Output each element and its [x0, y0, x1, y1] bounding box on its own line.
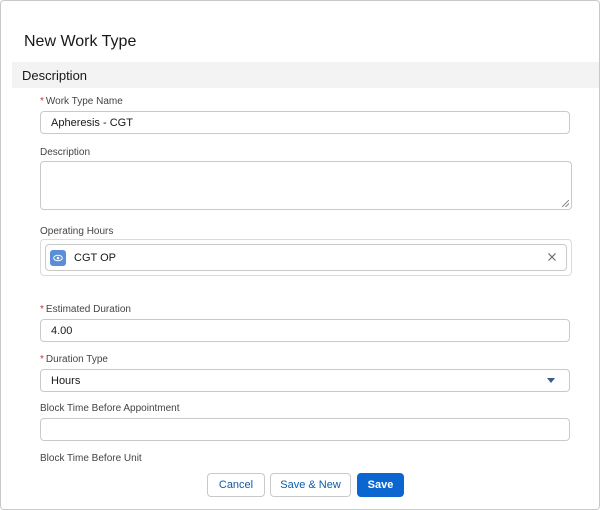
work-type-name-value: Apheresis - CGT	[51, 116, 133, 129]
duration-type-value: Hours	[51, 374, 81, 387]
operating-hours-pill[interactable]: CGT OP	[45, 244, 567, 271]
new-work-type-dialog: New Work Type Description * Work Type Nam…	[0, 0, 600, 510]
operating-hours-label: Operating Hours	[40, 226, 114, 237]
required-marker: *	[40, 96, 44, 107]
block-time-before-appointment-label: Block Time Before Appointment	[40, 403, 180, 414]
estimated-duration-field[interactable]: 4.00	[40, 319, 570, 342]
estimated-duration-label: * Estimated Duration	[40, 304, 131, 315]
resize-handle-icon[interactable]	[562, 200, 569, 207]
close-icon[interactable]	[547, 250, 557, 266]
cancel-button[interactable]: Cancel	[207, 473, 265, 497]
chevron-down-icon	[547, 378, 555, 383]
description-label: Description	[40, 147, 91, 158]
section-title: Description	[22, 68, 88, 83]
work-type-name-label: * Work Type Name	[40, 96, 123, 107]
duration-type-label: * Duration Type	[40, 354, 108, 365]
estimated-duration-value: 4.00	[51, 324, 73, 337]
work-type-name-field[interactable]: Apheresis - CGT	[40, 111, 570, 134]
save-button[interactable]: Save	[357, 473, 404, 497]
operating-hours-value: CGT OP	[74, 251, 116, 264]
description-textarea[interactable]	[40, 161, 572, 210]
required-marker: *	[40, 354, 44, 365]
eye-icon	[50, 249, 66, 266]
operating-hours-lookup: CGT OP	[40, 239, 572, 276]
duration-type-select[interactable]: Hours	[40, 369, 570, 392]
block-time-before-appointment-field[interactable]	[40, 418, 570, 441]
section-header[interactable]: Description	[12, 62, 599, 88]
required-marker: *	[40, 304, 44, 315]
dialog-title: New Work Type	[24, 33, 137, 50]
save-and-new-button[interactable]: Save & New	[270, 473, 351, 497]
